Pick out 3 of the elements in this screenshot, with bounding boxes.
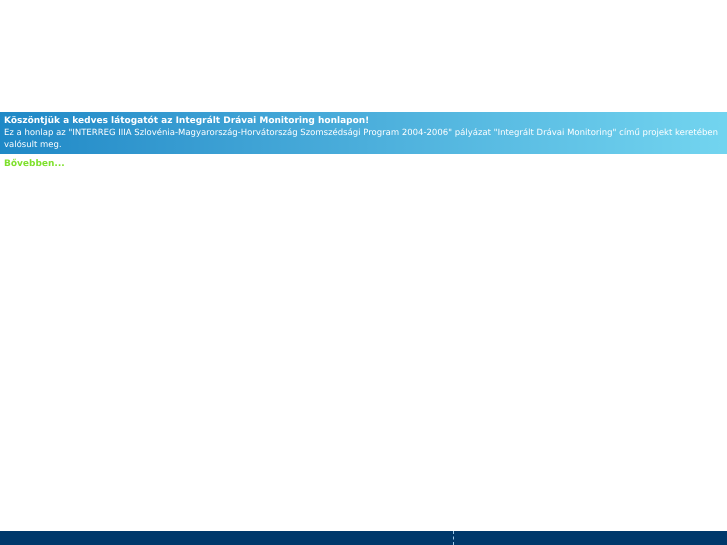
banner-title: Köszöntjük a kedves látogatót az Integrált Drávai Monitoring honlapon! [4,115,370,127]
banner-text: Ez a honlap az "INTERREG IIIA Szlovénia-Magyarország-Horvátország Szomszédsági Program 2004-2006" pályázat "Integrált Drávai Monitoring" című projekt keretében valósult meg. [4,127,719,151]
more-link[interactable]: Bővebben... [4,159,65,169]
